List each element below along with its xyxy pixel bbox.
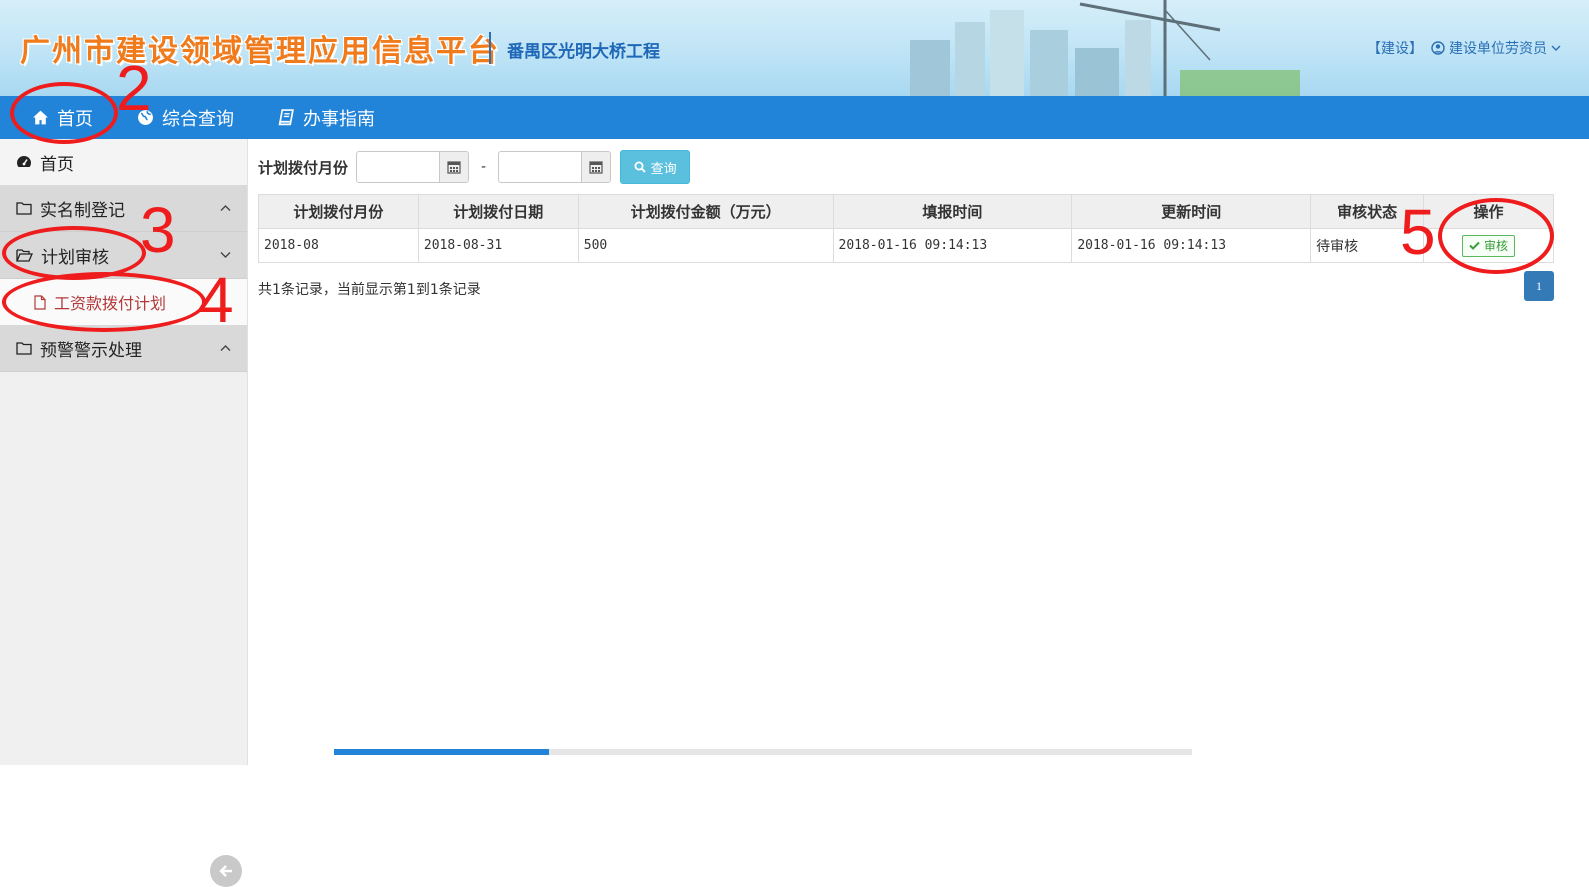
annotation-ring-audit (1438, 198, 1554, 274)
user-circle-icon (1431, 41, 1445, 55)
chevron-up-icon (220, 205, 231, 211)
sidebar-group-realname[interactable]: 实名制登记 (0, 185, 247, 232)
cell-month: 2018-08 (258, 228, 419, 263)
book-icon (278, 109, 294, 126)
cell-date: 2018-08-31 (417, 228, 579, 263)
folder-icon (16, 202, 32, 215)
role-tag[interactable]: 【建设】 (1367, 38, 1423, 58)
scrollbar-thumb[interactable] (334, 749, 549, 755)
annotation-ring-home (10, 82, 118, 144)
cell-updated-time: 2018-01-16 09:14:13 (1071, 228, 1312, 263)
horizontal-scrollbar[interactable] (334, 749, 1192, 755)
sidebar-home-label: 首页 (40, 154, 74, 175)
top-nav: 首页 综合查询 办事指南 (0, 96, 1589, 139)
column-header[interactable]: 计划拨付金额（万元） (577, 194, 834, 229)
sidebar-group-label: 预警警示处理 (40, 340, 142, 361)
annotation-ring-wage-plan (2, 272, 206, 332)
user-name: 建设单位劳资员 (1449, 41, 1547, 57)
user-menu[interactable]: 建设单位劳资员 (1431, 38, 1561, 58)
end-month-input[interactable] (499, 153, 582, 181)
table-header-row: 计划拨付月份 计划拨付日期 计划拨付金额（万元） 填报时间 更新时间 审核状态 … (258, 194, 1554, 229)
search-button-label: 查询 (650, 161, 677, 177)
start-month-input[interactable] (357, 153, 440, 181)
range-separator: - (481, 159, 487, 175)
sidebar-collapse-button[interactable] (210, 855, 242, 887)
title-divider (489, 32, 491, 64)
search-icon (634, 161, 646, 173)
user-area: 【建设】 建设单位劳资员 (1367, 38, 1561, 58)
column-header[interactable]: 填报时间 (832, 194, 1073, 229)
cell-amount: 500 (577, 228, 834, 263)
page-button-1[interactable]: 1 (1524, 271, 1554, 301)
column-header[interactable]: 计划拨付日期 (417, 194, 579, 229)
cell-filed-time: 2018-01-16 09:14:13 (832, 228, 1073, 263)
end-month-picker (498, 151, 612, 183)
nav-query-label: 综合查询 (162, 108, 234, 130)
filter-label: 计划拨付月份 (258, 158, 349, 177)
filter-bar: 计划拨付月份 - 查询 (258, 150, 691, 184)
chevron-down-icon (220, 252, 231, 258)
annotation-number: 2 (116, 52, 152, 124)
folder-icon (16, 342, 32, 355)
arrow-left-icon (219, 865, 232, 877)
annotation-number: 5 (1400, 196, 1436, 268)
header-banner: 广州市建设领域管理应用信息平台 番禺区光明大桥工程 【建设】 建设单位劳资员 (0, 0, 1589, 96)
chevron-up-icon (220, 345, 231, 351)
dashboard-icon (17, 156, 31, 167)
wage-plan-table: 计划拨付月份 计划拨付日期 计划拨付金额（万元） 填报时间 更新时间 审核状态 … (258, 194, 1554, 263)
sidebar-item-home[interactable]: 首页 (0, 139, 247, 185)
annotation-number: 4 (198, 264, 234, 336)
nav-guide[interactable]: 办事指南 (256, 96, 397, 139)
sidebar-group-label: 实名制登记 (40, 200, 125, 221)
start-month-picker (356, 151, 470, 183)
calendar-icon[interactable] (439, 152, 469, 182)
project-name: 番禺区光明大桥工程 (507, 42, 660, 62)
column-header[interactable]: 计划拨付月份 (258, 194, 419, 229)
chevron-down-icon (1551, 45, 1561, 51)
platform-title: 广州市建设领域管理应用信息平台 (20, 34, 500, 69)
nav-guide-label: 办事指南 (303, 108, 375, 130)
column-header[interactable]: 更新时间 (1071, 194, 1312, 229)
calendar-icon[interactable] (581, 152, 611, 182)
annotation-number: 3 (140, 194, 176, 266)
city-skyline-illustration (910, 0, 1300, 96)
search-button[interactable]: 查询 (620, 150, 691, 184)
record-summary: 共1条记录，当前显示第1到1条记录 (258, 282, 481, 298)
table-row: 2018-08 2018-08-31 500 2018-01-16 09:14:… (258, 228, 1554, 263)
